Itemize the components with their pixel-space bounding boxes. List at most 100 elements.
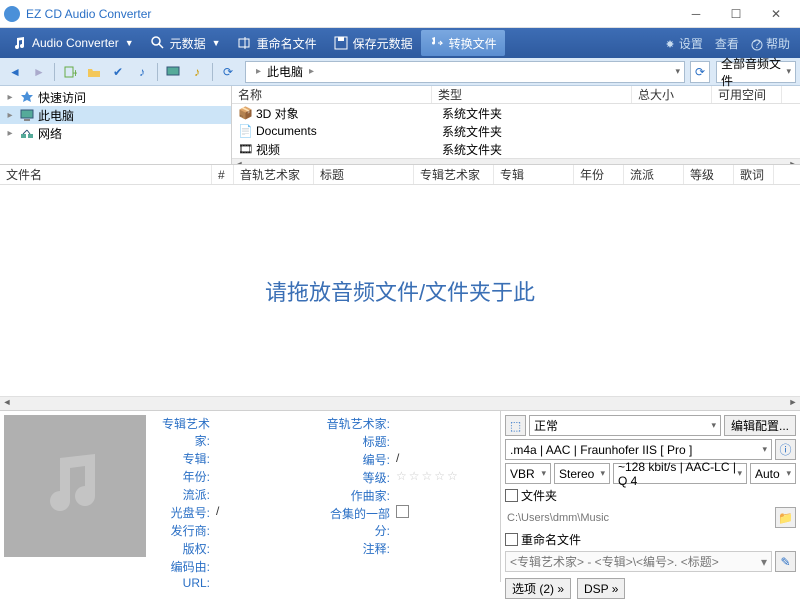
settings-link[interactable]: 设置: [658, 35, 709, 52]
file-col-header[interactable]: 流派: [624, 165, 684, 184]
file-col-header[interactable]: 专辑艺术家: [414, 165, 494, 184]
tree-label: 快速访问: [38, 89, 86, 106]
window-titlebar: EZ CD Audio Converter ─ ☐ ✕: [0, 0, 800, 28]
rename-button[interactable]: 重命名文件: [229, 30, 325, 56]
meta-rating-stars[interactable]: ☆☆☆☆☆: [396, 469, 494, 486]
bitrate-select[interactable]: ~128 kbit/s | AAC-LC | Q 4▾: [613, 463, 747, 484]
output-folder-label: 文件夹: [521, 487, 557, 504]
folder-row[interactable]: 🎞视频系统文件夹: [232, 140, 800, 158]
folder-col-header[interactable]: 类型: [432, 86, 632, 103]
meta-year-label: 年份:: [156, 468, 216, 485]
note-button[interactable]: ♪: [131, 61, 153, 83]
browse-folder-button[interactable]: 📁: [775, 507, 796, 528]
output-folder-checkbox[interactable]: [505, 489, 518, 502]
album-art-placeholder[interactable]: [4, 415, 146, 557]
add-folder-button[interactable]: [83, 61, 105, 83]
save-metadata-label: 保存元数据: [353, 35, 413, 52]
path-bar[interactable]: ▸ 此电脑 ▸ ▾: [245, 61, 685, 83]
folder-type: 系统文件夹: [442, 123, 642, 140]
file-col-header[interactable]: 等级: [684, 165, 734, 184]
add-file-button[interactable]: +: [59, 61, 81, 83]
file-hscrollbar[interactable]: ◄►: [0, 396, 800, 410]
file-col-header[interactable]: 标题: [314, 165, 414, 184]
maximize-button[interactable]: ☐: [716, 1, 756, 27]
output-format-select[interactable]: .m4a | AAC | Fraunhofer IIS [ Pro ]▾: [505, 439, 772, 460]
rename-pattern-field[interactable]: <专辑艺术家> - <专辑>\<编号>. <标题>▾: [505, 551, 772, 572]
file-col-header[interactable]: 音轨艺术家: [234, 165, 314, 184]
rename-icon: [237, 35, 253, 51]
edit-config-button[interactable]: 编辑配置...: [724, 415, 796, 436]
meta-partofset-label: 合集的一部分:: [326, 505, 396, 539]
metadata-button[interactable]: 元数据 ▼: [142, 30, 229, 56]
nav-forward-button[interactable]: ►: [28, 61, 50, 83]
file-columns-header: 文件名#音轨艺术家标题专辑艺术家专辑年份流派等级歌词: [0, 165, 800, 185]
folder-name: Documents: [256, 124, 317, 138]
folder-icon: 📄: [238, 124, 252, 138]
help-link[interactable]: ? 帮助: [745, 35, 796, 52]
dsp-button[interactable]: DSP »: [577, 578, 625, 599]
folder-row[interactable]: 📦3D 对象系统文件夹: [232, 104, 800, 122]
meta-publisher-label: 发行商:: [156, 522, 216, 539]
sub-toolbar: ◄ ► + ✔ ♪ ♪ ⟳ ▸ 此电脑 ▸ ▾ ⟳ 全部音频文件 ▾: [0, 58, 800, 86]
path-dropdown-icon[interactable]: ▾: [675, 66, 680, 77]
browser-pane: ▸快速访问▸此电脑▸网络 名称类型总大小可用空间 📦3D 对象系统文件夹📄Doc…: [0, 86, 800, 164]
tree-item-pc[interactable]: ▸此电脑: [0, 106, 231, 124]
folder-col-header[interactable]: 可用空间: [712, 86, 782, 103]
file-col-header[interactable]: #: [212, 165, 234, 184]
folder-col-header[interactable]: 名称: [232, 86, 432, 103]
save-metadata-button[interactable]: 保存元数据: [325, 30, 421, 56]
meta-album-artist-label: 专辑艺术家:: [156, 415, 216, 449]
expand-icon[interactable]: ▸: [4, 128, 16, 139]
expand-icon[interactable]: ▸: [4, 92, 16, 103]
folder-row[interactable]: 📄 Documents 系统文件夹: [232, 122, 800, 140]
expand-icon[interactable]: ▸: [4, 110, 16, 121]
meta-composer-label: 作曲家:: [326, 487, 396, 504]
refresh-button[interactable]: ⟳: [217, 61, 239, 83]
file-col-header[interactable]: 专辑: [494, 165, 574, 184]
music-note-icon: [35, 446, 115, 526]
options-button[interactable]: 选项 (2) »: [505, 578, 571, 599]
bottom-panel: 专辑艺术家: 专辑: 年份: 流派: 光盘号:/ 发行商: 版权: 编码由: U…: [0, 410, 800, 582]
file-col-header[interactable]: 年份: [574, 165, 624, 184]
meta-track-artist-label: 音轨艺术家:: [326, 415, 396, 432]
output-rename-checkbox[interactable]: [505, 533, 518, 546]
check-button[interactable]: ✔: [107, 61, 129, 83]
folder-rows: 📦3D 对象系统文件夹 📄 Documents 系统文件夹🎞视频系统文件夹: [232, 104, 800, 158]
dropdown-icon: ▼: [212, 38, 221, 48]
rename-edit-button[interactable]: ✎: [775, 551, 796, 572]
net-icon: [20, 126, 34, 140]
view-link[interactable]: 查看: [709, 35, 745, 52]
monitor-button[interactable]: [162, 61, 184, 83]
close-button[interactable]: ✕: [756, 1, 796, 27]
format-info-button[interactable]: ⓘ: [775, 439, 796, 460]
tree-label: 网络: [38, 125, 62, 142]
app-logo-icon: [4, 6, 20, 22]
audio-converter-button[interactable]: Audio Converter ▼: [4, 30, 142, 56]
file-col-header[interactable]: 歌词: [734, 165, 774, 184]
metadata-panel: 专辑艺术家: 专辑: 年份: 流派: 光盘号:/ 发行商: 版权: 编码由: U…: [150, 411, 500, 582]
dropdown-icon: ▼: [125, 38, 134, 48]
output-profile-select[interactable]: 正常▾: [529, 415, 721, 436]
stereo-select[interactable]: Stereo▾: [554, 463, 610, 484]
folder-name: 视频: [256, 141, 280, 158]
file-filter-select[interactable]: 全部音频文件 ▾: [716, 61, 796, 83]
output-status-icon[interactable]: ⬚: [505, 415, 526, 436]
auto-select[interactable]: Auto▾: [750, 463, 796, 484]
tree-item-star[interactable]: ▸ 快速访问: [0, 88, 231, 106]
meta-comment-label: 注释:: [326, 540, 396, 557]
path-arrow-icon: ▸: [309, 66, 314, 77]
minimize-button[interactable]: ─: [676, 1, 716, 27]
tree-item-net[interactable]: ▸ 网络: [0, 124, 231, 142]
meta-title-label: 标题:: [326, 433, 396, 450]
path-refresh-button[interactable]: ⟳: [690, 61, 710, 83]
vbr-select[interactable]: VBR▾: [505, 463, 551, 484]
nav-back-button[interactable]: ◄: [4, 61, 26, 83]
folder-col-header[interactable]: 总大小: [632, 86, 712, 103]
convert-button[interactable]: 转换文件: [421, 30, 505, 56]
file-col-header[interactable]: 文件名: [0, 165, 212, 184]
music-folder-button[interactable]: ♪: [186, 61, 208, 83]
meta-partofset-checkbox[interactable]: [396, 505, 409, 518]
meta-url-label: URL:: [156, 576, 216, 590]
path-segment[interactable]: 此电脑: [267, 63, 303, 80]
folder-tree[interactable]: ▸快速访问▸此电脑▸网络: [0, 86, 232, 164]
